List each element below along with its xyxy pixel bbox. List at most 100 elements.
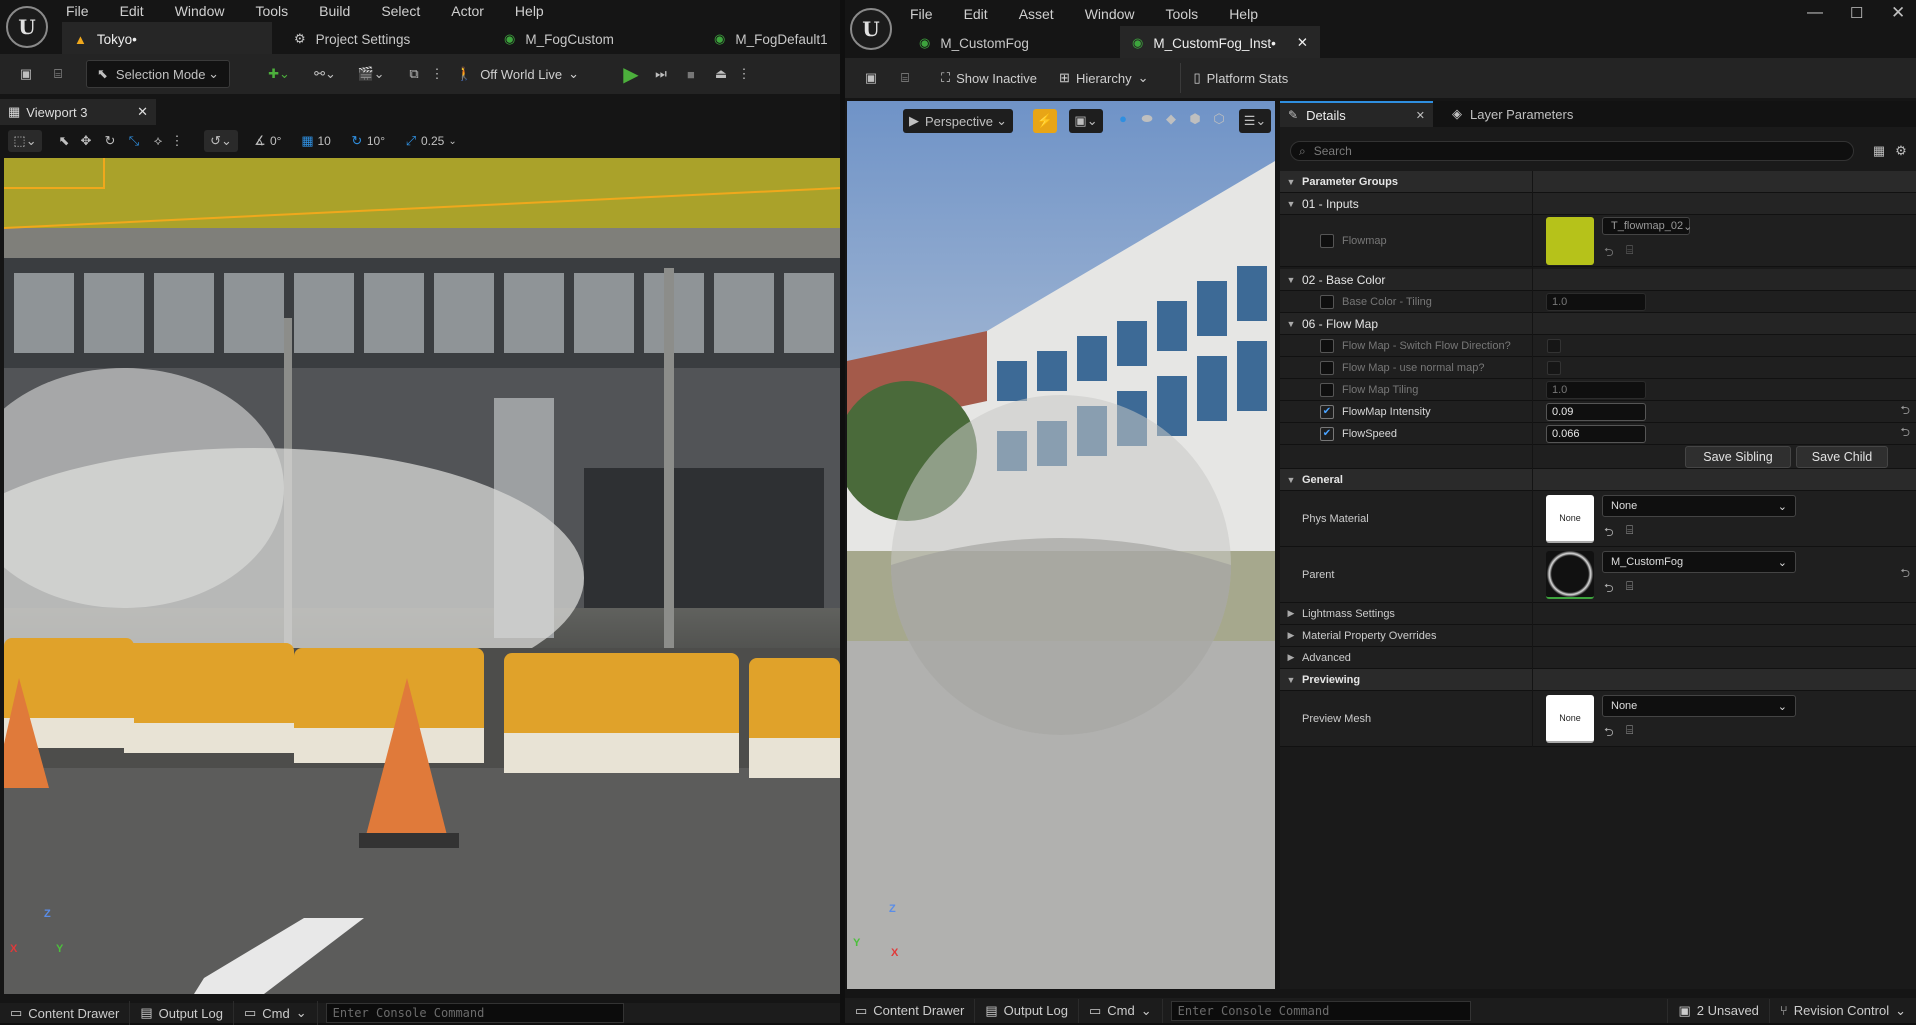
eject-icon[interactable]: ⏏	[709, 66, 733, 82]
browse-asset-icon[interactable]: ⌸	[1626, 523, 1633, 538]
world-dropdown[interactable]: 🚶 Off World Live ⌄	[450, 59, 585, 89]
menu-actor[interactable]: Actor	[451, 3, 484, 19]
browse-icon[interactable]: ⌸	[46, 66, 70, 82]
reset-to-default-icon[interactable]: ⮌	[1900, 401, 1910, 422]
close-icon[interactable]: ✕	[137, 104, 148, 120]
more-icon[interactable]: ⋮	[170, 133, 184, 149]
move-tool-icon[interactable]: ✥	[74, 133, 98, 149]
use-selected-icon[interactable]: ⮌	[1604, 523, 1614, 544]
menu-tools[interactable]: Tools	[255, 3, 288, 19]
override-checkbox[interactable]	[1320, 294, 1334, 309]
tab-m-customfog[interactable]: ◉ M_CustomFog	[907, 26, 1107, 60]
menu-tools[interactable]: Tools	[1166, 6, 1199, 22]
chevron-down-icon[interactable]: ⌄	[448, 136, 456, 147]
content-drawer-button[interactable]: ▭ Content Drawer	[0, 1001, 131, 1025]
save-sibling-button[interactable]: Save Sibling	[1685, 446, 1791, 468]
reset-to-default-icon[interactable]: ⮌	[1900, 564, 1910, 585]
row-advanced[interactable]: ▶ Advanced	[1280, 647, 1916, 669]
parent-material-thumbnail[interactable]	[1546, 551, 1594, 599]
texture-dropdown[interactable]: T_flowmap_02 ⌄	[1602, 217, 1692, 235]
cylinder-mesh-icon[interactable]: ⬬	[1137, 111, 1157, 127]
menu-window[interactable]: Window	[175, 3, 225, 19]
scale-tool-icon[interactable]: ⤡	[122, 133, 146, 149]
row-material-property-overrides[interactable]: ▶ Material Property Overrides	[1280, 625, 1916, 647]
rotation-value[interactable]: 10°	[367, 134, 385, 148]
tab-details[interactable]: ✎ Details ✕	[1280, 101, 1433, 127]
rotate-tool-icon[interactable]: ↻	[98, 133, 122, 149]
select-tool-icon[interactable]: ⬉	[54, 133, 74, 149]
tab-m-fogcustom[interactable]: ◉ M_FogCustom	[492, 22, 626, 56]
minimize-icon[interactable]: —	[1807, 4, 1823, 22]
menu-edit[interactable]: Edit	[120, 3, 144, 19]
output-log-button[interactable]: ▤ Output Log	[975, 998, 1079, 1023]
scale-value[interactable]: 0.25	[421, 134, 444, 148]
level-viewport[interactable]: Z X Y	[4, 158, 840, 994]
group-flow-map[interactable]: ▼ 06 - Flow Map	[1280, 313, 1916, 335]
preview-mesh-thumbnail[interactable]: None	[1546, 695, 1594, 743]
browse-asset-icon[interactable]: ⌸	[1626, 243, 1633, 258]
menu-asset[interactable]: Asset	[1019, 6, 1054, 22]
override-checkbox[interactable]	[1320, 382, 1334, 397]
browse-asset-icon[interactable]: ⌸	[1626, 723, 1633, 738]
use-selected-icon[interactable]: ⮌	[1604, 579, 1614, 600]
view-mode-dropdown[interactable]: ▶ Perspective ⌄	[903, 109, 1013, 133]
cmd-dropdown[interactable]: ▭ Cmd ⌄	[1079, 998, 1163, 1023]
menu-file[interactable]: File	[66, 3, 89, 19]
base-tiling-field[interactable]: 1.0	[1546, 293, 1646, 311]
use-selected-icon[interactable]: ⮌	[1604, 243, 1614, 264]
selection-mode-dropdown[interactable]: ⬉ Selection Mode ⌄	[86, 60, 230, 88]
realtime-icon[interactable]: ⚡	[1033, 109, 1057, 133]
cmd-dropdown[interactable]: ▭ Cmd ⌄	[234, 1001, 318, 1025]
phys-material-dropdown[interactable]: None ⌄	[1602, 495, 1796, 517]
close-window-icon[interactable]: ✕	[1891, 3, 1905, 23]
browse-asset-icon[interactable]: ⌸	[1626, 579, 1633, 594]
menu-help[interactable]: Help	[1229, 6, 1258, 22]
coordinate-icon[interactable]: ⟡	[146, 133, 170, 149]
grid-snap-icon[interactable]: ▦	[297, 133, 317, 149]
row-lightmass-settings[interactable]: ▶ Lightmass Settings	[1280, 603, 1916, 625]
output-log-button[interactable]: ▤ Output Log	[130, 1001, 234, 1025]
rotation-snap-icon[interactable]: ↻	[347, 133, 367, 149]
section-parameter-groups[interactable]: ▼ Parameter Groups	[1280, 171, 1916, 193]
search-input[interactable]: ⌕ Search	[1290, 141, 1854, 161]
column-divider[interactable]	[1532, 171, 1533, 747]
close-icon[interactable]: ✕	[1416, 109, 1425, 122]
more-icon[interactable]: ⋮	[737, 66, 750, 82]
menu-edit[interactable]: Edit	[964, 6, 988, 22]
override-checkbox-checked[interactable]: ✔	[1320, 404, 1334, 419]
flowspeed-field[interactable]: 0.066	[1546, 425, 1646, 443]
plane-mesh-icon[interactable]: ◆	[1161, 111, 1181, 127]
cinematics-icon[interactable]: 🎬⌄	[356, 66, 386, 82]
phys-material-thumbnail[interactable]: None	[1546, 495, 1594, 543]
flow-tiling-field[interactable]: 1.0	[1546, 381, 1646, 399]
save-child-button[interactable]: Save Child	[1796, 446, 1888, 468]
override-checkbox-checked[interactable]: ✔	[1320, 426, 1334, 441]
blueprint-icon[interactable]: ⚯⌄	[310, 66, 340, 82]
reset-to-default-icon[interactable]: ⮌	[1900, 423, 1910, 444]
material-preview-viewport[interactable]: ▶ Perspective ⌄ ⚡ ▣⌄ ● ⬬ ◆ ⬢ ⬡ ☰⌄ Z Y X	[847, 101, 1275, 989]
hierarchy-dropdown[interactable]: ⊞ Hierarchy ⌄	[1053, 63, 1154, 93]
parent-dropdown[interactable]: M_CustomFog ⌄	[1602, 551, 1796, 573]
section-previewing[interactable]: ▼ Previewing	[1280, 669, 1916, 691]
grid-value[interactable]: 10	[317, 134, 330, 148]
tab-project-settings[interactable]: ⚙ Project Settings	[282, 22, 422, 56]
transform-menu-icon[interactable]: ⬚⌄	[8, 130, 42, 152]
section-general[interactable]: ▼ General	[1280, 469, 1916, 491]
menu-help[interactable]: Help	[515, 3, 544, 19]
tab-m-customfog-inst[interactable]: ◉ M_CustomFog_Inst• ✕	[1120, 26, 1320, 60]
menu-window[interactable]: Window	[1085, 6, 1135, 22]
more-icon[interactable]: ⋮	[431, 66, 444, 82]
preview-mesh-dropdown[interactable]: None ⌄	[1602, 695, 1796, 717]
group-inputs[interactable]: ▼ 01 - Inputs	[1280, 193, 1916, 215]
texture-thumbnail[interactable]	[1546, 217, 1594, 265]
snap-angle-value[interactable]: 0°	[270, 134, 281, 148]
surface-snap-icon[interactable]: ↺⌄	[204, 130, 238, 152]
cube-mesh-icon[interactable]: ⬢	[1185, 111, 1205, 127]
play-icon[interactable]: ▶	[619, 62, 643, 87]
content-drawer-button[interactable]: ▭ Content Drawer	[845, 998, 976, 1023]
menu-file[interactable]: File	[910, 6, 933, 22]
maximize-icon[interactable]: ☐	[1850, 4, 1863, 22]
override-checkbox[interactable]	[1320, 360, 1334, 375]
settings-gear-icon[interactable]: ⚙	[1892, 141, 1910, 161]
save-icon[interactable]: ▣	[14, 66, 38, 82]
